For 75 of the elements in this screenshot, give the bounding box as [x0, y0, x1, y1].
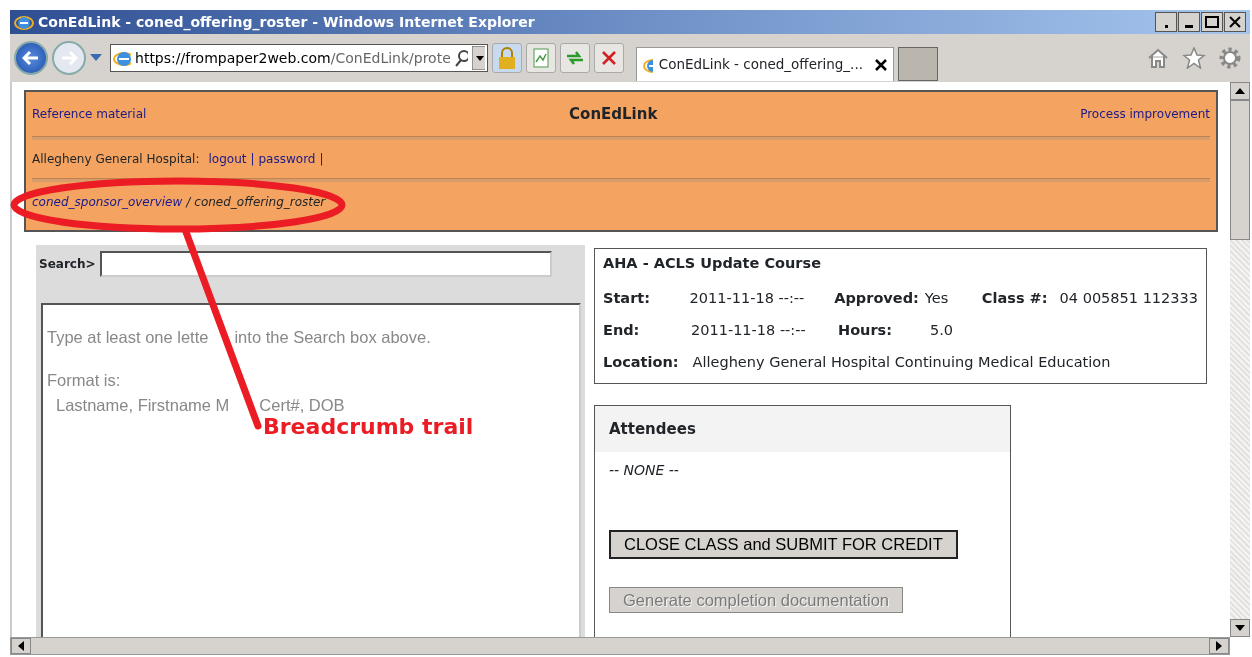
- header-link[interactable]: Reference material: [32, 105, 147, 123]
- left-arrow-icon: [18, 641, 24, 651]
- compatibility-button[interactable]: [526, 43, 556, 73]
- help-text: Cert#, DOB: [259, 394, 345, 416]
- minimize-icon: [1185, 24, 1193, 28]
- right-arrow-icon: [1216, 641, 1222, 651]
- scroll-down-button[interactable]: [1230, 619, 1250, 637]
- refresh-button[interactable]: [560, 43, 590, 73]
- header-link[interactable]: Process improvement: [1080, 105, 1210, 123]
- field-label: Hours:: [838, 320, 892, 340]
- breadcrumb-current: coned_offering_roster: [194, 194, 326, 211]
- back-arrow-icon: [22, 50, 40, 66]
- breadcrumb-link[interactable]: coned_sponsor_overview: [32, 193, 183, 211]
- action-button[interactable]: CLOSE CLASS and SUBMIT FOR CREDIT: [609, 530, 958, 559]
- panel-heading: Attendees: [595, 405, 1010, 453]
- refresh-icon: [565, 49, 585, 67]
- document-icon: [532, 48, 550, 68]
- minimize-button[interactable]: [1178, 12, 1200, 32]
- up-arrow-icon: [1235, 88, 1245, 94]
- window-button[interactable]: [1155, 12, 1177, 32]
- search-field[interactable]: [99, 251, 552, 277]
- url-text: https://frompaper2web.com/ConEdLink/prote: [135, 48, 451, 68]
- course-title: AHA - ACLS Update Course: [603, 254, 821, 273]
- maximize-icon: [1205, 16, 1219, 28]
- close-button[interactable]: [1224, 12, 1246, 32]
- window-title: ConEdLink - coned_offering_roster - Windows Internet Explorer: [38, 12, 536, 33]
- field-label: Class #:: [981, 288, 1048, 308]
- scroll-thumb[interactable]: [1230, 100, 1250, 240]
- field-value: Allegheny General Hospital Continuing Medical Education: [692, 353, 1111, 370]
- help-text: Lastname, Firstname M: [56, 394, 230, 416]
- field-label: End:: [603, 320, 640, 340]
- user-link[interactable]: password: [258, 150, 316, 168]
- tab-label: ConEdLink - coned_offering_...: [658, 55, 863, 75]
- new-tab-button[interactable]: [898, 47, 938, 81]
- separator: |: [319, 151, 324, 168]
- empty-text: -- NONE --: [608, 461, 680, 481]
- user-link[interactable]: logout: [208, 150, 247, 168]
- home-icon[interactable]: [1146, 47, 1170, 69]
- field-label: Approved:: [834, 288, 919, 308]
- vertical-scrollbar[interactable]: [1230, 82, 1250, 637]
- help-text: into the Search box above.: [234, 327, 431, 348]
- field-value: Yes: [924, 289, 949, 306]
- down-arrow-icon: [1235, 625, 1245, 631]
- field-label: Location:: [603, 352, 679, 372]
- annotation-label: Breadcrumb trail: [263, 413, 474, 441]
- breadcrumb-separator: /: [186, 194, 191, 211]
- help-text: Type at least one lette: [47, 327, 209, 348]
- scroll-left-button[interactable]: [11, 638, 31, 654]
- help-text: Format is:: [47, 369, 121, 391]
- scroll-right-button[interactable]: [1209, 638, 1229, 654]
- field-value: 04 005851 112333: [1059, 289, 1198, 306]
- field-value: 5.0: [930, 321, 954, 338]
- tab-close-icon[interactable]: [875, 58, 887, 71]
- search-icon[interactable]: [454, 49, 468, 67]
- stop-button[interactable]: [594, 43, 624, 73]
- settings-icon[interactable]: [1218, 46, 1242, 70]
- field-value: 2011-11-18 --:--: [691, 321, 806, 338]
- scroll-up-button[interactable]: [1230, 82, 1250, 100]
- dropdown-icon[interactable]: [471, 46, 485, 70]
- site-title: ConEdLink: [569, 103, 658, 125]
- field-label: Start:: [603, 288, 651, 308]
- separator: |: [250, 151, 255, 168]
- star-icon[interactable]: [1182, 47, 1206, 69]
- close-icon: [1229, 16, 1241, 28]
- field-value: 2011-11-18 --:--: [689, 289, 805, 306]
- maximize-button[interactable]: [1201, 12, 1223, 32]
- browser-tab[interactable]: ConEdLink - coned_offering_...: [636, 47, 894, 81]
- back-button[interactable]: [14, 41, 48, 75]
- search-label: Search>: [39, 256, 96, 273]
- address-field[interactable]: https://frompaper2web.com/ConEdLink/prote: [110, 44, 488, 72]
- forward-arrow-icon: [60, 50, 78, 66]
- padlock-icon: [497, 46, 517, 70]
- close-icon: [601, 50, 617, 66]
- organization-name: Allegheny General Hospital:: [32, 151, 200, 168]
- horizontal-scrollbar[interactable]: [10, 637, 1230, 655]
